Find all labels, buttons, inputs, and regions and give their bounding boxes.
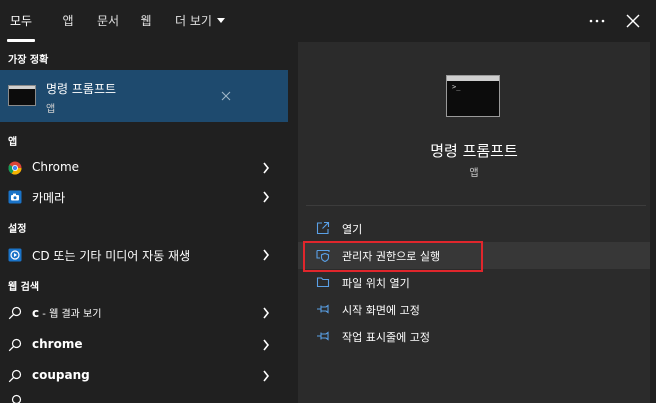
- chevron-right-icon[interactable]: [262, 162, 270, 174]
- web-result-label: chrome: [32, 337, 82, 351]
- action-label: 작업 표시줄에 고정: [342, 331, 430, 344]
- tab-more[interactable]: 더 보기: [168, 0, 232, 42]
- result-item-autoplay[interactable]: CD 또는 기타 미디어 자동 재생: [0, 241, 288, 269]
- tab-web[interactable]: 웹: [134, 0, 158, 42]
- chevron-right-icon[interactable]: [262, 370, 270, 382]
- best-match-title: 명령 프롬프트: [46, 82, 117, 96]
- open-icon: [316, 221, 330, 235]
- best-match-subtitle: 앱: [46, 104, 56, 115]
- result-label: 카메라: [32, 191, 66, 205]
- web-result-label: coupang: [32, 368, 90, 382]
- details-panel: 명령 프롬프트 앱 열기 관리자 권한으로 실행 파일 위치 열기 시작 화면에…: [298, 42, 650, 403]
- web-query: coupang: [32, 368, 90, 382]
- remove-icon[interactable]: [220, 90, 232, 102]
- action-label: 파일 위치 열기: [342, 277, 410, 290]
- chevron-right-icon[interactable]: [262, 191, 270, 203]
- web-query: chrome: [32, 337, 83, 351]
- command-prompt-icon: [8, 85, 36, 106]
- web-result-c[interactable]: c - 웹 결과 보기: [0, 299, 288, 327]
- search-icon: [11, 394, 22, 403]
- search-icon: [8, 338, 22, 352]
- results-panel: 가장 정확 명령 프롬프트 앱 앱 Chrome 카메라 설정 CD 또는 기타…: [0, 42, 288, 403]
- tab-more-label: 더 보기: [175, 14, 212, 28]
- apps-header: 앱: [8, 137, 18, 148]
- caret-down-icon: [216, 18, 225, 23]
- pin-icon: [317, 304, 329, 314]
- autoplay-settings-icon: [8, 248, 22, 262]
- folder-icon: [316, 277, 330, 288]
- tab-documents[interactable]: 문서: [90, 0, 126, 42]
- divider: [306, 205, 646, 206]
- camera-icon: [8, 190, 22, 204]
- action-pin-to-taskbar[interactable]: 작업 표시줄에 고정: [298, 323, 650, 350]
- web-search-header: 웹 검색: [8, 282, 40, 293]
- action-label: 시작 화면에 고정: [342, 304, 420, 317]
- tab-apps[interactable]: 앱: [54, 0, 82, 42]
- web-result-chrome[interactable]: chrome: [0, 331, 288, 359]
- app-title: 명령 프롬프트: [430, 142, 518, 160]
- app-subtitle: 앱: [469, 168, 479, 179]
- search-top-bar: 모두 앱 문서 웹 더 보기: [0, 0, 656, 42]
- best-match-header: 가장 정확: [8, 55, 49, 66]
- result-label: Chrome: [32, 160, 80, 174]
- result-item-camera[interactable]: 카메라: [0, 183, 288, 211]
- settings-header: 설정: [8, 224, 27, 235]
- highlight-annotation: [303, 241, 483, 272]
- more-options-icon[interactable]: [586, 10, 608, 32]
- action-open[interactable]: 열기: [298, 215, 650, 242]
- web-result-label: c - 웹 결과 보기: [32, 305, 101, 320]
- tab-all-label: 모두: [9, 14, 33, 28]
- best-match-item[interactable]: 명령 프롬프트 앱: [0, 70, 288, 122]
- action-open-file-location[interactable]: 파일 위치 열기: [298, 269, 650, 296]
- web-result-coupang[interactable]: coupang: [0, 362, 288, 390]
- web-result-suffix: - 웹 결과 보기: [39, 309, 102, 320]
- result-item-chrome[interactable]: Chrome: [0, 154, 288, 182]
- action-pin-to-start[interactable]: 시작 화면에 고정: [298, 296, 650, 323]
- result-label: CD 또는 기타 미디어 자동 재생: [32, 249, 191, 263]
- command-prompt-icon: [446, 75, 500, 117]
- close-icon[interactable]: [622, 10, 644, 32]
- tab-apps-label: 앱: [62, 14, 74, 28]
- chrome-icon: [8, 161, 22, 175]
- pin-icon: [317, 331, 329, 341]
- chevron-right-icon[interactable]: [262, 249, 270, 261]
- search-icon: [8, 306, 22, 320]
- tab-web-label: 웹: [140, 14, 152, 28]
- search-icon: [8, 369, 22, 383]
- chevron-right-icon[interactable]: [262, 339, 270, 351]
- chevron-right-icon[interactable]: [262, 307, 270, 319]
- tab-documents-label: 문서: [96, 14, 120, 28]
- action-label: 열기: [342, 223, 363, 236]
- tab-all[interactable]: 모두: [2, 0, 40, 42]
